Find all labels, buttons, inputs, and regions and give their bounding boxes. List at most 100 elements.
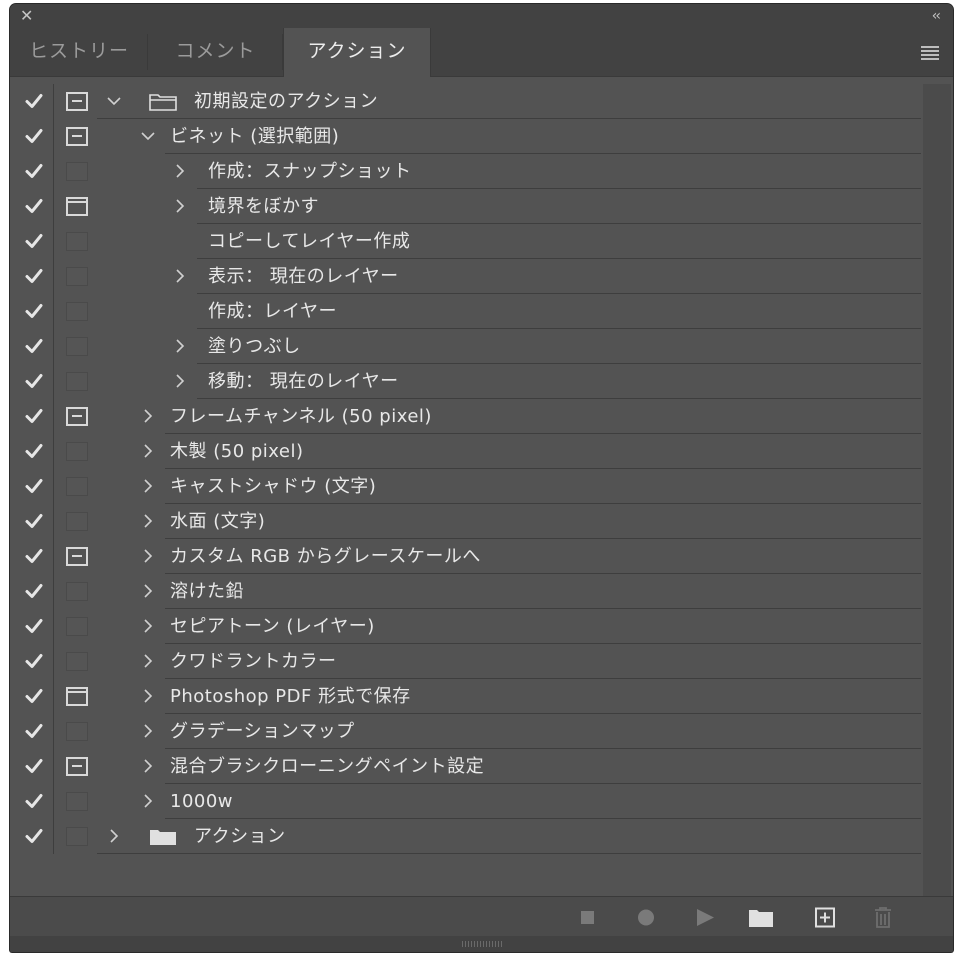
checkmark-icon[interactable]: [24, 791, 44, 811]
checkmark-icon[interactable]: [24, 161, 44, 181]
chevron-right-icon[interactable]: [140, 687, 156, 705]
checkmark-icon[interactable]: [24, 406, 44, 426]
dialog-toggle-icon[interactable]: [66, 722, 88, 741]
action-row[interactable]: 混合ブラシクローニングペイント設定: [10, 749, 921, 784]
action-row[interactable]: 移動： 現在のレイヤー: [10, 364, 921, 399]
chevron-right-icon[interactable]: [140, 407, 156, 425]
dialog-toggle-icon[interactable]: [66, 267, 88, 286]
resize-bar[interactable]: [10, 936, 953, 952]
chevron-right-icon[interactable]: [172, 267, 188, 285]
dialog-toggle-icon[interactable]: [66, 442, 88, 461]
chevron-right-icon[interactable]: [106, 827, 122, 845]
trash-icon[interactable]: [871, 905, 895, 929]
tab-actions[interactable]: アクション: [283, 28, 431, 77]
dialog-toggle-icon[interactable]: [66, 162, 88, 181]
checkmark-icon[interactable]: [24, 511, 44, 531]
tab-comments[interactable]: コメント: [148, 28, 283, 76]
tab-history[interactable]: ヒストリー: [10, 28, 148, 76]
chevron-right-icon[interactable]: [140, 582, 156, 600]
checkmark-icon[interactable]: [24, 336, 44, 356]
dialog-toggle-icon[interactable]: [66, 512, 88, 531]
dialog-toggle-icon[interactable]: [66, 197, 88, 216]
chevron-right-icon[interactable]: [140, 792, 156, 810]
chevron-right-icon[interactable]: [172, 197, 188, 215]
dialog-toggle-icon[interactable]: [66, 827, 88, 846]
resize-grip[interactable]: [462, 941, 502, 947]
dialog-toggle-icon[interactable]: [66, 687, 88, 706]
checkmark-icon[interactable]: [24, 371, 44, 391]
checkmark-icon[interactable]: [24, 476, 44, 496]
checkmark-icon[interactable]: [24, 441, 44, 461]
checkmark-icon[interactable]: [24, 756, 44, 776]
checkmark-icon[interactable]: [24, 91, 44, 111]
action-row[interactable]: クワドラントカラー: [10, 644, 921, 679]
dialog-toggle-icon[interactable]: [66, 757, 88, 776]
new-set-folder-icon[interactable]: [747, 905, 775, 929]
chevron-right-icon[interactable]: [140, 512, 156, 530]
action-row[interactable]: カスタム RGB からグレースケールへ: [10, 539, 921, 574]
dialog-toggle-icon[interactable]: [66, 547, 88, 566]
dialog-toggle-icon[interactable]: [66, 232, 88, 251]
record-icon[interactable]: [635, 905, 657, 929]
chevron-right-icon[interactable]: [140, 652, 156, 670]
action-row[interactable]: 初期設定のアクション: [10, 84, 921, 119]
action-row[interactable]: ビネット (選択範囲): [10, 119, 921, 154]
chevron-right-icon[interactable]: [172, 162, 188, 180]
action-row[interactable]: 表示： 現在のレイヤー: [10, 259, 921, 294]
action-row[interactable]: フレームチャンネル (50 pixel): [10, 399, 921, 434]
checkmark-icon[interactable]: [24, 231, 44, 251]
action-row[interactable]: 1000w: [10, 784, 921, 819]
action-row[interactable]: Photoshop PDF 形式で保存: [10, 679, 921, 714]
action-row[interactable]: 境界をぼかす: [10, 189, 921, 224]
action-row[interactable]: キャストシャドウ (文字): [10, 469, 921, 504]
checkmark-icon[interactable]: [24, 266, 44, 286]
checkmark-icon[interactable]: [24, 686, 44, 706]
dialog-toggle-icon[interactable]: [66, 407, 88, 426]
action-row[interactable]: 作成：レイヤー: [10, 294, 921, 329]
action-row[interactable]: 塗りつぶし: [10, 329, 921, 364]
chevron-right-icon[interactable]: [140, 722, 156, 740]
action-row[interactable]: コピーしてレイヤー作成: [10, 224, 921, 259]
action-row[interactable]: 作成：スナップショット: [10, 154, 921, 189]
dialog-toggle-icon[interactable]: [66, 302, 88, 321]
dialog-toggle-icon[interactable]: [66, 792, 88, 811]
chevron-right-icon[interactable]: [140, 617, 156, 635]
chevron-right-icon[interactable]: [172, 337, 188, 355]
checkmark-icon[interactable]: [24, 826, 44, 846]
dialog-toggle-icon[interactable]: [66, 582, 88, 601]
checkmark-icon[interactable]: [24, 546, 44, 566]
action-row[interactable]: 溶けた鉛: [10, 574, 921, 609]
chevron-right-icon[interactable]: [140, 547, 156, 565]
scrollbar-track[interactable]: [923, 84, 951, 896]
checkmark-icon[interactable]: [24, 301, 44, 321]
chevron-down-icon[interactable]: [106, 92, 122, 110]
dialog-toggle-icon[interactable]: [66, 372, 88, 391]
new-action-icon[interactable]: [813, 905, 837, 929]
dialog-toggle-icon[interactable]: [66, 92, 88, 111]
action-row[interactable]: 木製 (50 pixel): [10, 434, 921, 469]
checkmark-icon[interactable]: [24, 581, 44, 601]
checkmark-icon[interactable]: [24, 616, 44, 636]
dialog-toggle-icon[interactable]: [66, 652, 88, 671]
chevron-right-icon[interactable]: [140, 477, 156, 495]
scrollbar[interactable]: [921, 84, 953, 896]
chevron-right-icon[interactable]: [140, 757, 156, 775]
play-icon[interactable]: [694, 905, 716, 929]
chevron-down-icon[interactable]: [140, 127, 156, 145]
action-row[interactable]: セピアトーン (レイヤー): [10, 609, 921, 644]
dialog-toggle-icon[interactable]: [66, 337, 88, 356]
checkmark-icon[interactable]: [24, 126, 44, 146]
chevron-right-icon[interactable]: [172, 372, 188, 390]
stop-icon[interactable]: [578, 905, 598, 929]
dialog-toggle-icon[interactable]: [66, 127, 88, 146]
action-row[interactable]: アクション: [10, 819, 921, 854]
chevron-right-icon[interactable]: [140, 442, 156, 460]
checkmark-icon[interactable]: [24, 721, 44, 741]
close-icon[interactable]: ✕: [20, 7, 33, 25]
checkmark-icon[interactable]: [24, 651, 44, 671]
action-row[interactable]: グラデーションマップ: [10, 714, 921, 749]
action-row[interactable]: 水面 (文字): [10, 504, 921, 539]
checkmark-icon[interactable]: [24, 196, 44, 216]
dialog-toggle-icon[interactable]: [66, 477, 88, 496]
dialog-toggle-icon[interactable]: [66, 617, 88, 636]
